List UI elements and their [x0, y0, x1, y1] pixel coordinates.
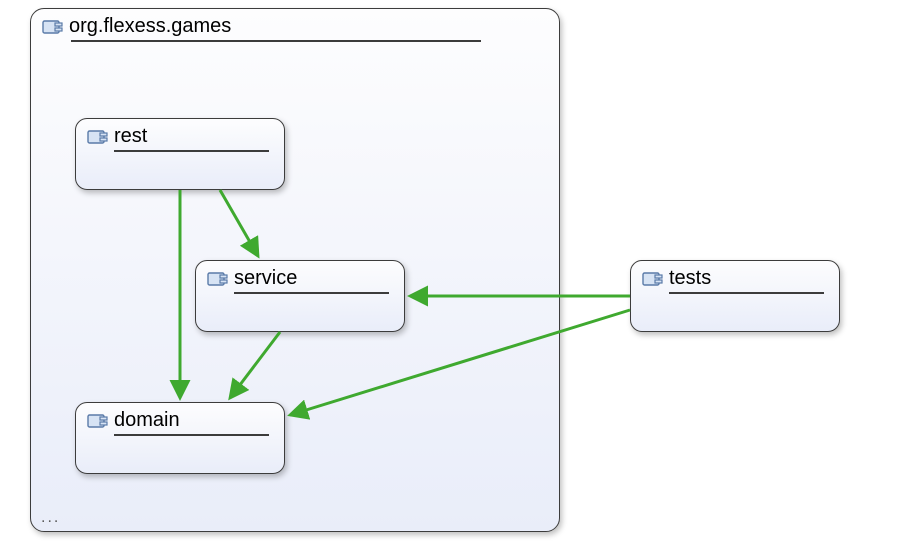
package-icon	[641, 268, 663, 290]
title-underline	[114, 434, 269, 436]
package-icon	[86, 410, 108, 432]
package-icon	[206, 268, 228, 290]
node-rest[interactable]: rest	[75, 118, 285, 190]
node-title-row: domain	[76, 403, 284, 434]
title-underline	[234, 292, 389, 294]
node-label: domain	[114, 409, 180, 432]
node-title-row: tests	[631, 261, 839, 292]
node-label: tests	[669, 267, 711, 290]
title-underline	[669, 292, 824, 294]
package-icon	[41, 16, 63, 38]
title-underline	[114, 150, 269, 152]
node-service[interactable]: service	[195, 260, 405, 332]
node-tests[interactable]: tests	[630, 260, 840, 332]
node-title-row: service	[196, 261, 404, 292]
node-label: service	[234, 267, 297, 290]
package-title-row: org.flexess.games	[31, 9, 559, 40]
node-label: rest	[114, 125, 147, 148]
title-underline	[71, 40, 481, 42]
node-domain[interactable]: domain	[75, 402, 285, 474]
package-icon	[86, 126, 108, 148]
node-title-row: rest	[76, 119, 284, 150]
ellipsis: ...	[41, 509, 60, 527]
package-title: org.flexess.games	[69, 15, 231, 38]
